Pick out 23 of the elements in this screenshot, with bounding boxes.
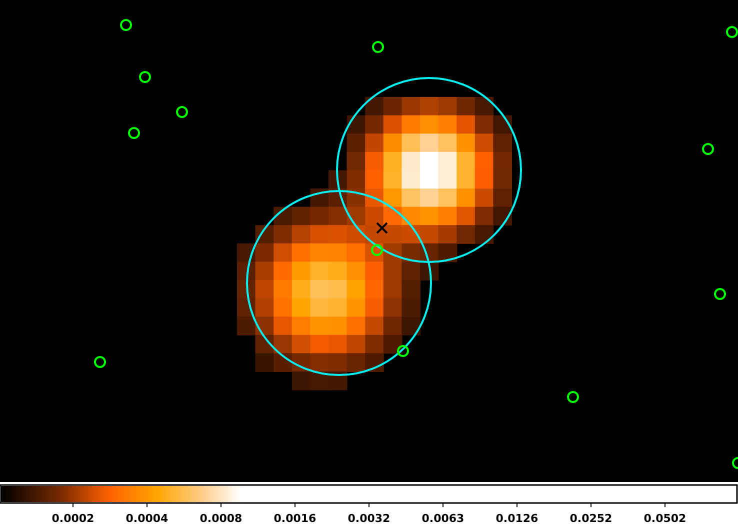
point-marker — [128, 127, 140, 139]
point-marker — [702, 143, 714, 155]
colorbar-tick-label: 0.0063 — [420, 513, 466, 524]
colorbar-tick-label: 0.0252 — [568, 513, 614, 524]
colorbar-tick-label: 0.0004 — [124, 513, 170, 524]
colorbar-tick-label: 0.0032 — [346, 513, 392, 524]
point-marker — [176, 106, 188, 118]
point-marker — [726, 26, 738, 38]
colorbar-tick-label: 0.0126 — [494, 513, 540, 524]
colorbar-tick-label: 0.0502 — [642, 513, 688, 524]
point-marker — [139, 71, 151, 83]
point-marker — [397, 345, 409, 357]
colorbar-tick-label: 0.0002 — [50, 513, 96, 524]
colorbar-tick-label: 0.0008 — [198, 513, 244, 524]
point-marker — [732, 457, 738, 469]
point-marker — [714, 288, 726, 300]
point-marker — [372, 41, 384, 53]
point-marker — [567, 391, 579, 403]
cross-marker-icon — [376, 222, 388, 234]
point-marker — [371, 244, 383, 256]
colorbar-tick-label: 0.0016 — [272, 513, 318, 524]
point-marker — [94, 356, 106, 368]
point-marker — [120, 19, 132, 31]
